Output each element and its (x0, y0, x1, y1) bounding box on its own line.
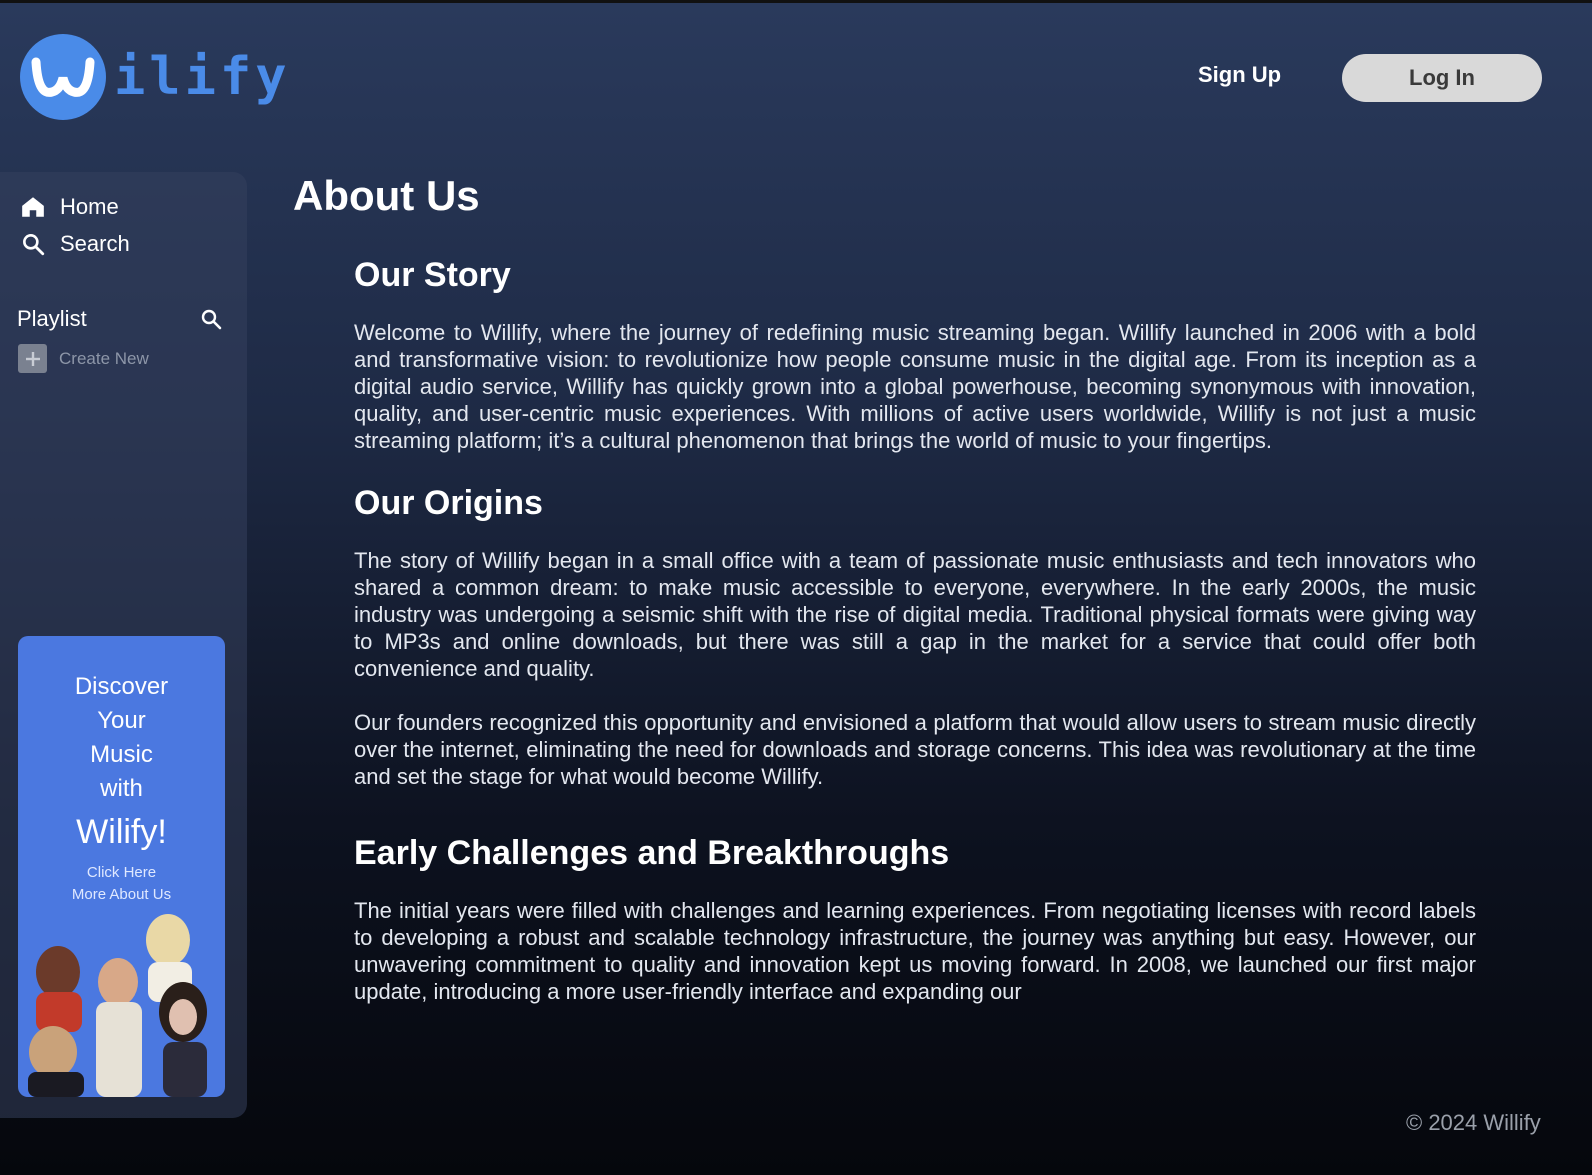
logo-wordmark: ilify (114, 47, 291, 107)
artists-collage-image (28, 914, 207, 1097)
promo-text: Your (97, 707, 146, 734)
playlist-heading: Playlist (17, 306, 87, 331)
section-early-challenges: Early Challenges and Breakthroughs The i… (354, 834, 1476, 1005)
plus-icon (18, 344, 47, 373)
home-icon (22, 197, 44, 217)
main-content: About Us Our Story Welcome to Willify, w… (293, 172, 1476, 1005)
sidebar: Home Search Playlist Create New Discover… (0, 172, 247, 1118)
create-new-label: Create New (59, 348, 149, 368)
top-border (0, 0, 1592, 3)
sidebar-item-label: Search (60, 231, 130, 256)
login-button[interactable]: Log In (1342, 54, 1542, 102)
section-paragraph: The story of Willify began in a small of… (354, 548, 1476, 681)
playlist-search-icon[interactable] (199, 307, 223, 335)
logo[interactable]: ilify (20, 34, 291, 120)
copyright-text: © 2024 Willify (1406, 1110, 1541, 1135)
promo-cta-line: Click Here (86, 864, 157, 881)
section-our-story: Our Story Welcome to Willify, where the … (354, 256, 1476, 454)
promo-cta[interactable]: Click Here More About Us (18, 862, 225, 906)
promo-text: with (100, 775, 143, 802)
promo-brand: Wilify! (76, 813, 167, 851)
promo-text: Discover (74, 673, 169, 700)
promo-text: Music (90, 741, 153, 768)
sidebar-item-home[interactable]: Home (20, 194, 119, 220)
sidebar-item-search[interactable]: Search (20, 231, 130, 257)
section-heading: Early Challenges and Breakthroughs (354, 834, 950, 872)
section-heading: Our Story (354, 256, 511, 294)
sidebar-item-label: Home (60, 194, 119, 219)
promo-banner[interactable]: Discover Your Music with Wilify! Click H… (18, 636, 225, 1097)
create-new-playlist-button[interactable]: Create New (18, 344, 149, 373)
signup-button[interactable]: Sign Up (1198, 62, 1281, 88)
logo-w-icon (20, 34, 106, 120)
section-paragraph: Our founders recognized this opportunity… (354, 710, 1476, 789)
section-paragraph: Welcome to Willify, where the journey of… (354, 320, 1476, 453)
search-icon (23, 234, 45, 256)
section-heading: Our Origins (354, 484, 543, 522)
section-our-origins: Our Origins The story of Willify began i… (354, 484, 1476, 790)
promo-cta-line: More About Us (71, 886, 172, 903)
page-title: About Us (293, 172, 480, 219)
section-paragraph: The initial years were filled with chall… (354, 898, 1476, 1004)
